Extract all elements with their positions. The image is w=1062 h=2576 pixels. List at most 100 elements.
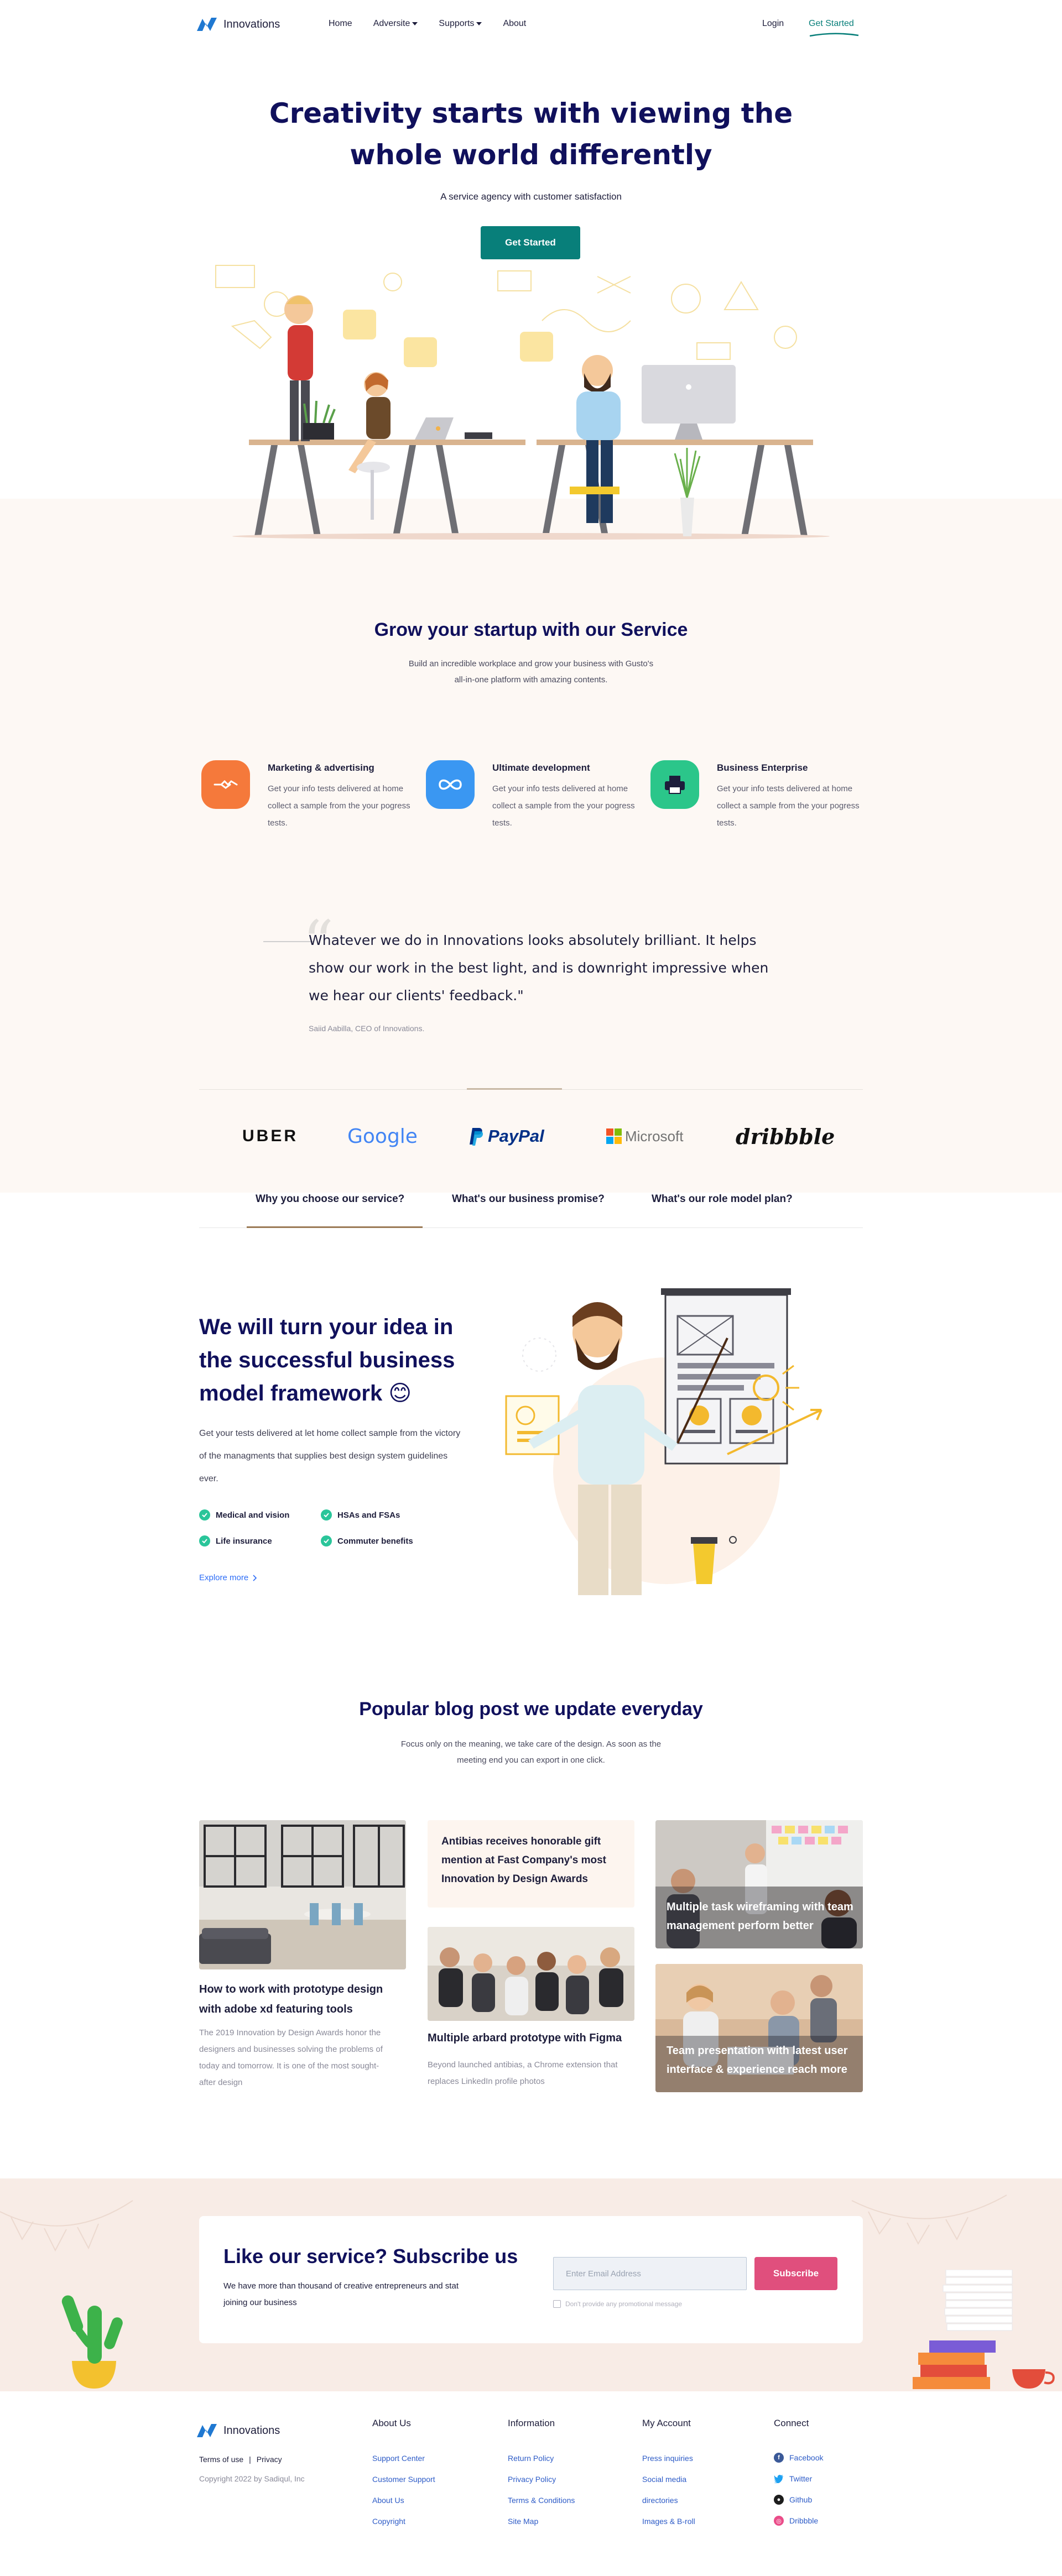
- blog-post-title[interactable]: Multiple arbard prototype with Figma: [428, 2028, 634, 2048]
- brand-paypal: PayPal: [469, 1122, 544, 1150]
- check-label: Commuter benefits: [337, 1536, 413, 1546]
- team-group-photo: [428, 1927, 634, 2021]
- check-label: Medical and vision: [216, 1510, 290, 1520]
- social-twitter[interactable]: Twitter: [774, 2474, 812, 2484]
- social-github[interactable]: ● Github: [774, 2495, 812, 2505]
- check-icon: [321, 1535, 332, 1546]
- logo-mark-icon: [197, 18, 217, 31]
- logo-text: Innovations: [223, 18, 280, 30]
- blog-post-title[interactable]: Team presentation with latest user inter…: [667, 2041, 855, 2079]
- brand-paypal-label: PayPal: [488, 1126, 544, 1146]
- blog-post-title[interactable]: Multiple task wireframing with team mana…: [667, 1898, 855, 1935]
- brand-microsoft-label: Microsoft: [625, 1127, 684, 1145]
- hero-title: Creativity starts with viewing the whole…: [0, 93, 1062, 176]
- promo-checkbox[interactable]: [553, 2300, 561, 2308]
- blog-post-excerpt: Beyond launched antibias, a Chrome exten…: [428, 2060, 618, 2086]
- footer-link[interactable]: Press inquiries: [642, 2454, 693, 2463]
- presenter-illustration: [505, 1288, 822, 1595]
- footer-link[interactable]: Social media: [642, 2475, 686, 2484]
- testimonial-author: Saiid Aabilla, CEO of Innovations.: [309, 1024, 425, 1033]
- logo[interactable]: Innovations: [196, 15, 280, 33]
- footer-link[interactable]: Copyright: [372, 2517, 405, 2526]
- subscribe-title: Like our service? Subscribe us: [223, 2245, 518, 2267]
- blog-subtitle-line1: Focus only on the meaning, we take care …: [400, 1739, 662, 1749]
- twitter-icon: [774, 2474, 784, 2484]
- logo-mark-icon: [197, 2424, 217, 2437]
- blog-post-title[interactable]: How to work with prototype design with a…: [199, 1979, 406, 2019]
- social-dribbble[interactable]: ◎ Dribbble: [774, 2516, 818, 2526]
- blog-post-excerpt: The 2019 Innovation by Design Awards hon…: [199, 2028, 383, 2087]
- feature-text: Get your info tests delivered at home co…: [717, 784, 860, 828]
- promo-checkbox-label: Don't provide any promotional message: [565, 2300, 683, 2308]
- footer-link[interactable]: directories: [642, 2496, 678, 2505]
- cactus-icon: [61, 2295, 123, 2389]
- services-title: Grow your startup with our Service: [374, 619, 688, 640]
- smile-emoji-icon: 😊: [388, 1381, 412, 1405]
- subscribe-text: We have more than thousand of creative e…: [223, 2281, 459, 2307]
- brand-google: Google: [347, 1122, 418, 1150]
- blog-subtitle-line2: meeting end you can export in one click.: [457, 1755, 605, 1765]
- social-label: Facebook: [789, 2453, 824, 2462]
- nav-about-label: About: [503, 19, 527, 28]
- microsoft-icon: [606, 1128, 622, 1144]
- services-subtitle: Build an incredible workplace and grow y…: [0, 656, 1062, 688]
- chevron-down-icon: [412, 22, 418, 25]
- legal-separator: |: [249, 2455, 251, 2464]
- nav-supports-label: Supports: [439, 19, 475, 28]
- nav-home[interactable]: Home: [329, 19, 352, 29]
- footer-link[interactable]: Support Center: [372, 2454, 425, 2463]
- facebook-icon: f: [774, 2453, 784, 2463]
- subscribe-button[interactable]: Subscribe: [754, 2257, 837, 2290]
- footer-link[interactable]: Site Map: [508, 2517, 538, 2526]
- feature-marketing: Marketing & advertising Get your info te…: [201, 760, 412, 828]
- footer-link[interactable]: About Us: [372, 2496, 404, 2505]
- books-and-cup-icon: [913, 2270, 1055, 2389]
- blog-post-title[interactable]: Antibias receives honorable gift mention…: [441, 1832, 624, 1889]
- dribbble-icon: ◎: [774, 2516, 784, 2526]
- nav-supports[interactable]: Supports: [439, 19, 482, 29]
- blog-post-image[interactable]: [428, 1927, 634, 2021]
- social-facebook[interactable]: f Facebook: [774, 2453, 823, 2463]
- tab-role-model-plan[interactable]: What's our role model plan?: [652, 1193, 793, 1205]
- tab-why-choose[interactable]: Why you choose our service?: [256, 1193, 404, 1205]
- hero-get-started-button[interactable]: Get Started: [481, 226, 580, 259]
- brand-dribbble: dribbble: [736, 1122, 835, 1150]
- brand-uber-label: UBER: [242, 1127, 299, 1145]
- blog-post-image[interactable]: [199, 1820, 406, 1969]
- nav-adversite[interactable]: Adversite: [373, 19, 418, 29]
- email-input[interactable]: Enter Email Address: [553, 2257, 747, 2290]
- footer-legal: Terms of use | Privacy: [199, 2455, 282, 2464]
- privacy-link[interactable]: Privacy: [257, 2455, 282, 2464]
- footer-link[interactable]: Terms & Conditions: [508, 2496, 575, 2505]
- footer-link[interactable]: Privacy Policy: [508, 2475, 556, 2484]
- nav-adversite-label: Adversite: [373, 19, 410, 28]
- promo-checkbox-row[interactable]: Don't provide any promotional message: [553, 2300, 682, 2308]
- feature-title: Ultimate development: [492, 762, 590, 773]
- chevron-right-icon: [253, 1574, 257, 1581]
- top-nav: Innovations Home Adversite Supports Abou…: [0, 0, 1062, 49]
- blog-title: Popular blog post we update everyday: [359, 1699, 703, 1720]
- check-icon: [321, 1509, 332, 1520]
- footer-link[interactable]: Return Policy: [508, 2454, 554, 2463]
- check-item: Medical and vision: [199, 1509, 289, 1520]
- subscribe-card: Like our service? Subscribe us We have m…: [199, 2216, 863, 2343]
- terms-link[interactable]: Terms of use: [199, 2455, 243, 2464]
- login-link[interactable]: Login: [762, 19, 784, 29]
- check-label: Life insurance: [216, 1536, 272, 1546]
- footer-link[interactable]: Images & B-roll: [642, 2517, 695, 2526]
- explore-more-link[interactable]: Explore more: [199, 1573, 257, 1582]
- tab-business-promise[interactable]: What's our business promise?: [452, 1193, 605, 1205]
- footer-copyright: Copyright 2022 by Sadiqul, Inc: [199, 2474, 305, 2483]
- underline-decoration: [809, 33, 859, 37]
- footer-logo[interactable]: Innovations: [196, 2422, 280, 2439]
- nav-about[interactable]: About: [503, 19, 526, 29]
- hero-title-line1: Creativity starts with viewing the: [269, 97, 793, 129]
- idea-text: Get your tests delivered at let home col…: [199, 1429, 461, 1483]
- social-label: Github: [789, 2495, 813, 2504]
- brand-microsoft: Microsoft: [606, 1122, 683, 1150]
- footer-link[interactable]: Customer Support: [372, 2475, 435, 2484]
- tab-active-indicator: [247, 1226, 423, 1228]
- nav-home-label: Home: [329, 19, 352, 28]
- github-icon: ●: [774, 2495, 784, 2505]
- nav-get-started-link[interactable]: Get Started: [809, 19, 854, 29]
